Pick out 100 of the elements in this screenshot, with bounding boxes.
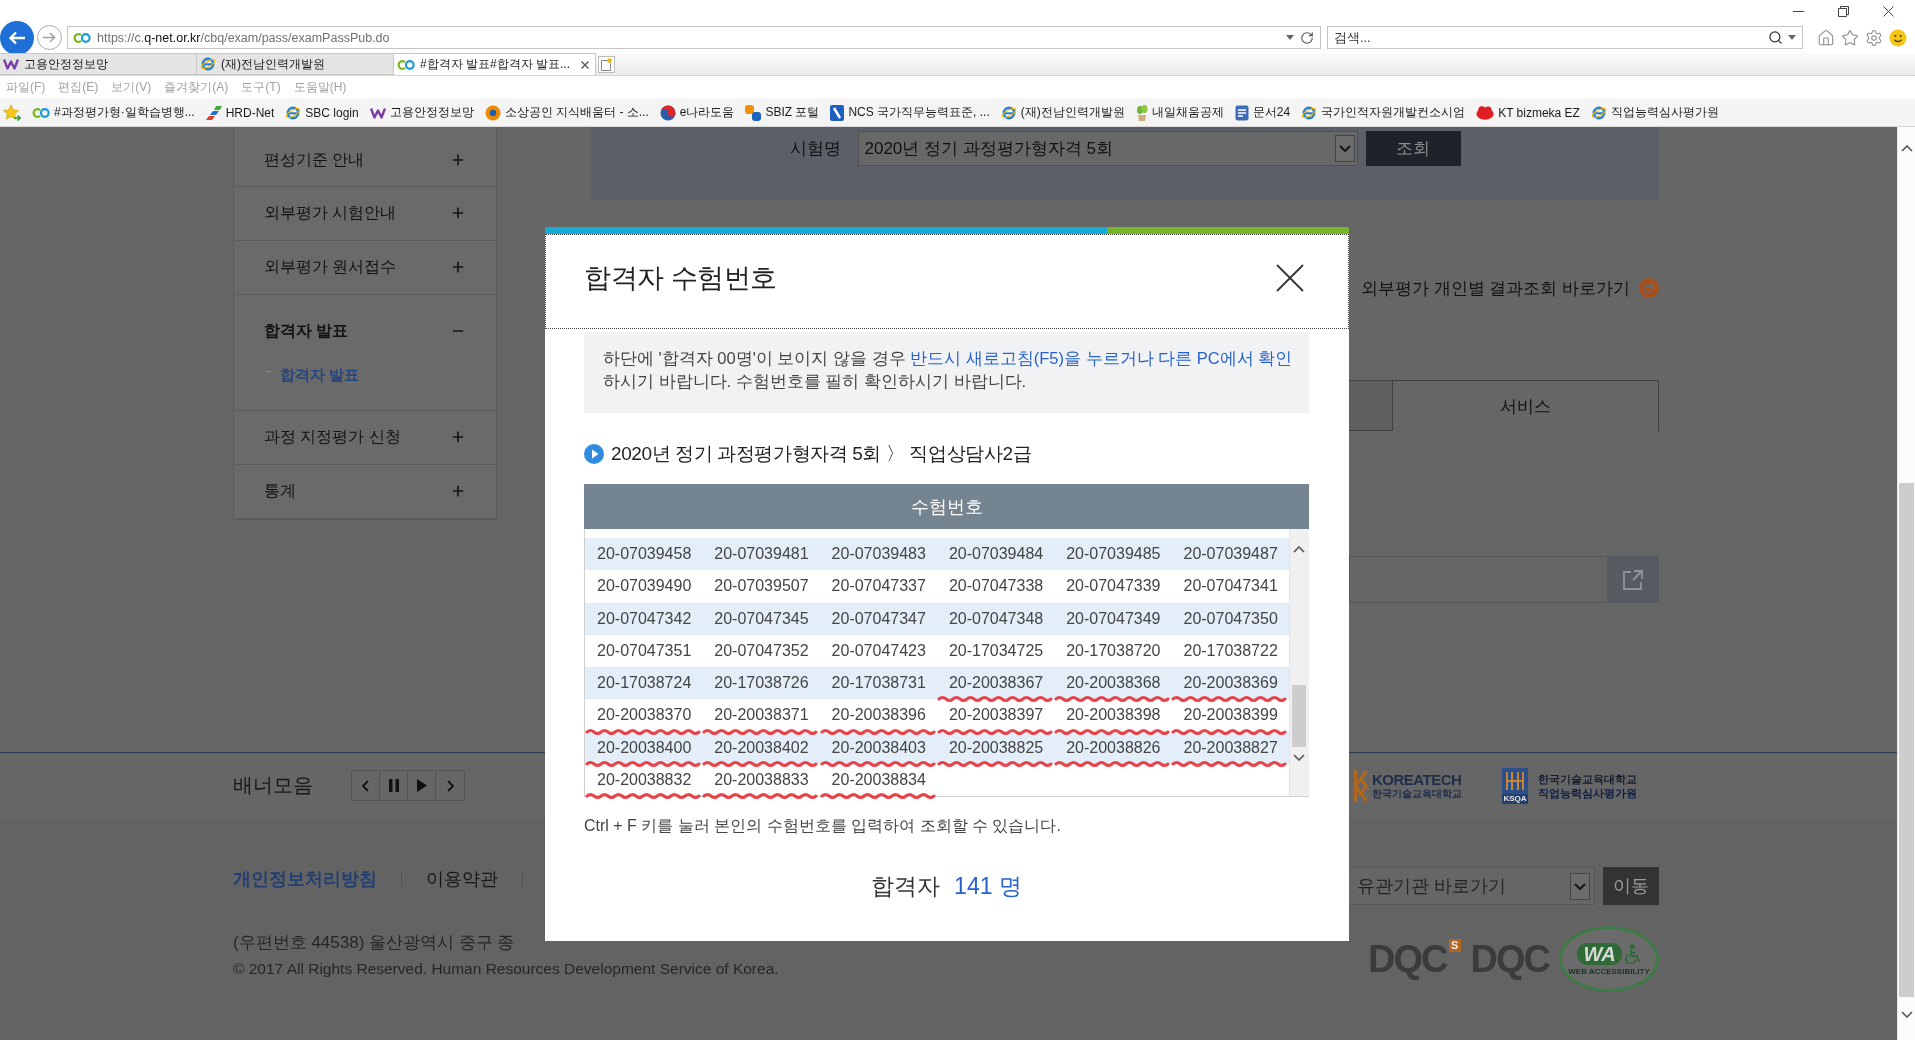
table-cell-text: 20-07047351 (597, 640, 692, 661)
taegeuk-icon (659, 104, 676, 121)
twin-rings-icon (397, 59, 415, 70)
sidebar-item[interactable]: 과정 지정평가 신청 (264, 427, 466, 447)
caret-icon[interactable] (1570, 872, 1590, 900)
dropdown-caret-icon[interactable] (1788, 35, 1796, 40)
input-field[interactable] (1349, 556, 1607, 603)
dialog-title: 합격자 수험번호 (584, 261, 777, 295)
browser-tab[interactable]: #합격자 발표#합격자 발표... (394, 53, 596, 75)
table-cell-text: 20-20038826 (1066, 737, 1161, 758)
chevron-down-icon[interactable] (1900, 1011, 1913, 1018)
select-field[interactable]: 유관기관 바로가기 (1348, 867, 1595, 905)
chevron-down-icon[interactable] (1293, 754, 1306, 761)
tab[interactable] (1349, 380, 1392, 431)
favorite-link[interactable]: 고용안정정보망 (369, 104, 474, 121)
tab[interactable]: 서비스 (1392, 380, 1659, 431)
dash-marker-icon (266, 371, 271, 372)
favorite-link[interactable]: #과정평가형·일학습병행... (32, 104, 195, 121)
search-field[interactable]: 검색... (1327, 26, 1803, 49)
favorite-link[interactable]: SBC login (285, 104, 359, 121)
document-icon (1234, 104, 1249, 121)
certification-badge: S (1448, 939, 1461, 952)
dropdown-caret-icon[interactable] (1286, 35, 1294, 40)
scrollbar[interactable] (1288, 529, 1309, 796)
logo-subtext: 한국기술교육대학교 (1372, 788, 1462, 800)
plus-icon[interactable] (450, 205, 466, 221)
home-icon[interactable] (1817, 28, 1835, 47)
table-cell-text: 20-07039487 (1183, 544, 1278, 564)
table-cell-text: 20-20038368 (1066, 673, 1161, 694)
chevron-up-icon[interactable] (1900, 145, 1913, 152)
plus-icon[interactable] (450, 259, 466, 275)
table-cell-text: 20-20038403 (831, 737, 926, 758)
favorite-link[interactable]: SBIZ 포털 (745, 104, 820, 121)
smiley-icon[interactable] (1889, 28, 1907, 47)
scrollbar-thumb[interactable] (1292, 685, 1307, 747)
favorite-link[interactable]: NCS 국가직무능력표준, ... (830, 104, 990, 121)
favorite-link[interactable]: 소상공인 지식배움터 - 소... (484, 104, 649, 121)
arrow-right-icon (43, 32, 56, 43)
notice-text: 하단에 '합격자 00명'이 보이지 않을 경우 반드시 새로고침(F5)을 누르거나 다른 PC에서 확인 하시기 바랍니다. 수험번호를 필히 확인하시기 바랍니다. (584, 332, 1309, 413)
table-cell-text: 20-07047348 (948, 608, 1044, 629)
menu-item[interactable]: 도구(T) (241, 79, 281, 96)
plus-icon[interactable] (450, 152, 466, 168)
chevron-up-icon[interactable] (1293, 546, 1306, 553)
star-arrow-icon[interactable] (3, 104, 21, 121)
sidebar-item[interactable]: 합격자 발표 (264, 321, 466, 341)
refresh-icon[interactable] (1300, 30, 1314, 45)
close-button[interactable] (1276, 263, 1304, 292)
sidebar-item[interactable]: 외부평가 원서접수 (264, 257, 466, 277)
star-icon[interactable] (1841, 28, 1859, 47)
external-link-button[interactable] (1607, 556, 1659, 603)
menu-item[interactable]: 보기(V) (111, 79, 152, 96)
mark-title: WA (1577, 942, 1622, 965)
menu-item[interactable]: 파일(F) (6, 79, 46, 96)
address-field[interactable]: https://c.q-net.or.kr/cbq/exam/pass/examPassPub.do (67, 26, 1321, 49)
favorite-link[interactable]: 문서24 (1234, 104, 1291, 121)
plus-icon[interactable] (450, 429, 466, 445)
hint-text: Ctrl + F 키를 눌러 본인의 수험번호를 입력하여 조회할 수 있습니다. (584, 816, 1062, 836)
search-button[interactable]: 조회 (1365, 131, 1461, 166)
twin-rings-icon (73, 32, 91, 43)
stacked-bars-icon (205, 105, 222, 120)
close-icon[interactable] (581, 60, 589, 69)
sidebar-item[interactable]: 편성기준 안내 (264, 150, 466, 170)
favorite-link[interactable]: KT bizmeka EZ (1476, 105, 1580, 120)
go-button[interactable]: 이동 (1603, 867, 1659, 905)
plus-icon[interactable] (450, 483, 466, 499)
caret-icon[interactable] (1334, 135, 1355, 162)
banner-title: 배너모음 (233, 773, 313, 798)
favorite-link[interactable]: 국가인적자원개발컨소시엄 (1301, 104, 1466, 121)
copyright-text: © 2017 All Rights Reserved. Human Resources Development Service of Korea. (233, 959, 779, 979)
favorite-link[interactable]: 직업능력심사평가원 (1590, 104, 1719, 121)
scrollbar[interactable] (1897, 127, 1915, 1040)
potted-plant-icon (1135, 104, 1148, 121)
search-icon[interactable] (1768, 30, 1783, 45)
scrollbar-thumb[interactable] (1899, 483, 1914, 997)
favorite-link[interactable]: HRD-Net (205, 105, 275, 120)
globe-logo-icon (200, 56, 216, 72)
close-icon (1883, 5, 1894, 17)
blocks-logo-icon (745, 104, 762, 121)
select-field[interactable]: 2020년 정기 과정평가형자격 5회 (857, 131, 1358, 166)
globe-logo-icon (285, 104, 302, 121)
back-button[interactable] (0, 20, 34, 55)
browser-tab[interactable]: 고용안정정보망 (0, 53, 197, 75)
browser-tab[interactable]: (재)전남인력개발원 (197, 53, 394, 75)
forward-button[interactable] (37, 25, 62, 50)
favorite-link[interactable]: e나라도움 (659, 104, 735, 121)
sidebar-item[interactable]: 통계 (264, 481, 466, 501)
menu-item[interactable]: 도움말(H) (293, 79, 347, 96)
table-cell-text: 20-20038371 (714, 705, 809, 726)
minimize-icon (1793, 10, 1804, 12)
sidebar-item[interactable]: 외부평가 시험안내 (264, 203, 466, 223)
settings-icon[interactable] (1865, 28, 1883, 47)
favorite-link[interactable]: (재)전남인력개발원 (1000, 104, 1125, 121)
table-cell-text: 20-07039483 (831, 544, 926, 564)
new-tab-button[interactable] (598, 55, 615, 73)
favorite-link[interactable]: 내일채움공제 (1135, 104, 1224, 121)
result-link[interactable]: 외부평가 개인별 결과조회 바로가기 (1360, 277, 1659, 299)
menu-item[interactable]: 즐겨찾기(A) (164, 79, 229, 96)
logo-text: KOREATECH (1372, 771, 1462, 788)
menu-item[interactable]: 편집(E) (58, 79, 99, 96)
footer-link[interactable]: 이용약관 (426, 867, 498, 891)
